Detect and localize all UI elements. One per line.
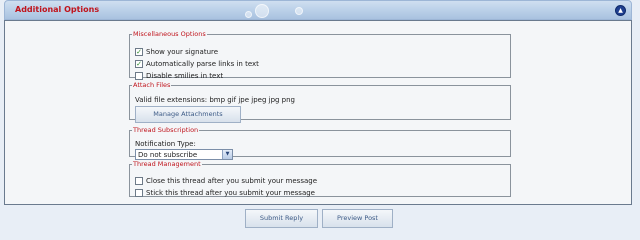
file-extensions-row: Valid file extensions: bmp gif jpe jpeg … xyxy=(135,95,295,105)
parse-links-label: Automatically parse links in text xyxy=(146,60,259,68)
preview-post-button[interactable]: Preview Post xyxy=(322,209,393,228)
stick-thread-label: Stick this thread after you submit your … xyxy=(146,189,315,197)
manage-attachments-button[interactable]: Manage Attachments xyxy=(135,106,241,123)
disable-smilies-label: Disable smilies in text xyxy=(146,72,224,80)
show-signature-option[interactable]: ✓ Show your signature xyxy=(135,47,218,57)
thread-management-fieldset: Thread Management Close this thread afte… xyxy=(129,161,511,197)
notification-type-label: Notification Type: xyxy=(135,140,196,148)
chevron-down-icon[interactable]: ▼ xyxy=(222,150,232,159)
thread-management-legend: Thread Management xyxy=(133,160,201,168)
notification-type-row: Notification Type: xyxy=(135,139,196,149)
disable-smilies-option[interactable]: Disable smilies in text xyxy=(135,71,223,81)
stick-thread-checkbox[interactable] xyxy=(135,189,143,197)
attach-files-fieldset: Attach Files Valid file extensions: bmp … xyxy=(129,81,511,123)
parse-links-option[interactable]: ✓ Automatically parse links in text xyxy=(135,59,259,69)
show-signature-checkbox[interactable]: ✓ xyxy=(135,48,143,56)
options-panel: Miscellaneous Options ✓ Show your signat… xyxy=(4,20,632,205)
decorative-bubble-icon xyxy=(245,11,252,18)
thread-subscription-fieldset: Thread Subscription Notification Type: D… xyxy=(129,126,511,160)
collapse-up-icon[interactable]: ▲ xyxy=(615,5,626,16)
file-extensions-text: Valid file extensions: bmp gif jpe jpeg … xyxy=(135,96,296,104)
section-title: Additional Options xyxy=(15,5,100,14)
notification-type-value: Do not subscribe xyxy=(138,151,198,159)
show-signature-label: Show your signature xyxy=(146,48,219,56)
additional-options-header: Additional Options ▲ xyxy=(4,0,632,20)
decorative-bubble-icon xyxy=(295,7,303,15)
disable-smilies-checkbox[interactable] xyxy=(135,72,143,80)
thread-subscription-legend: Thread Subscription xyxy=(133,126,199,134)
submit-reply-button[interactable]: Submit Reply xyxy=(245,209,318,228)
parse-links-checkbox[interactable]: ✓ xyxy=(135,60,143,68)
close-thread-option[interactable]: Close this thread after you submit your … xyxy=(135,176,317,186)
notification-type-select[interactable]: Do not subscribe ▼ xyxy=(135,149,233,160)
decorative-bubble-icon xyxy=(255,4,269,18)
misc-options-fieldset: Miscellaneous Options ✓ Show your signat… xyxy=(129,30,511,81)
close-thread-checkbox[interactable] xyxy=(135,177,143,185)
close-thread-label: Close this thread after you submit your … xyxy=(146,177,318,185)
stick-thread-option[interactable]: Stick this thread after you submit your … xyxy=(135,188,315,198)
attach-files-legend: Attach Files xyxy=(133,81,171,89)
misc-options-legend: Miscellaneous Options xyxy=(133,30,206,38)
